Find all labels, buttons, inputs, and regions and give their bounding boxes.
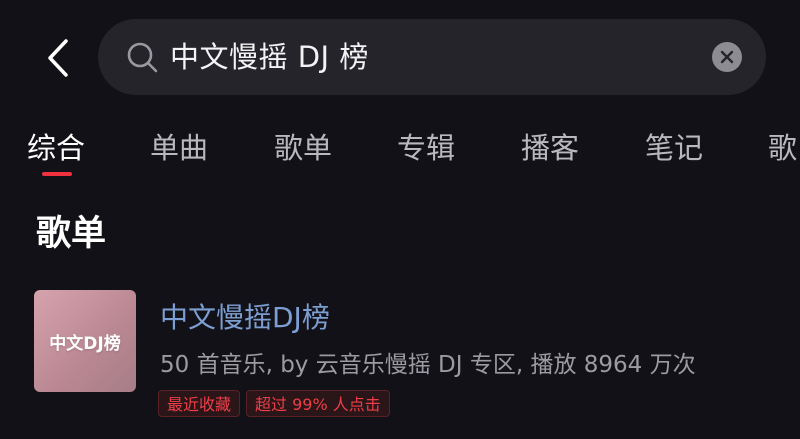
close-icon bbox=[720, 50, 734, 64]
clear-search-button[interactable] bbox=[712, 42, 742, 72]
click-rate-badge: 超过 99% 人点击 bbox=[246, 390, 390, 417]
playlist-item[interactable]: 中文DJ榜 中文慢摇DJ榜 50 首音乐, by 云音乐慢摇 DJ 专区, 播放… bbox=[34, 288, 774, 420]
section-title: 歌单 bbox=[36, 214, 107, 254]
active-tab-indicator bbox=[42, 172, 72, 176]
playlist-meta: 50 首音乐, by 云音乐慢摇 DJ 专区, 播放 8964 万次 bbox=[160, 352, 696, 378]
chevron-left-icon bbox=[48, 39, 68, 77]
search-bar[interactable]: 中文慢摇 DJ 榜 bbox=[98, 19, 766, 95]
result-tabs: 综合 单曲 歌单 专辑 播客 笔记 歌 bbox=[0, 120, 800, 180]
tab-podcasts[interactable]: 播客 bbox=[521, 120, 579, 176]
search-results-screen: 中文慢摇 DJ 榜 综合 单曲 歌单 专辑 播客 笔记 歌 歌单 中文DJ榜 中… bbox=[0, 0, 800, 439]
search-icon bbox=[127, 42, 158, 73]
playlist-title: 中文慢摇DJ榜 bbox=[160, 301, 330, 334]
tab-albums[interactable]: 专辑 bbox=[397, 120, 455, 176]
playlist-cover: 中文DJ榜 bbox=[34, 290, 136, 392]
playlist-badges: 最近收藏 超过 99% 人点击 bbox=[158, 390, 390, 417]
recent-collected-badge: 最近收藏 bbox=[158, 390, 241, 417]
tab-notes[interactable]: 笔记 bbox=[645, 120, 703, 176]
tab-songs[interactable]: 单曲 bbox=[150, 120, 208, 176]
back-button[interactable] bbox=[36, 32, 80, 84]
tab-playlists[interactable]: 歌单 bbox=[274, 120, 332, 176]
cover-text: 中文DJ榜 bbox=[49, 333, 121, 354]
tab-more[interactable]: 歌 bbox=[768, 120, 797, 176]
search-input[interactable]: 中文慢摇 DJ 榜 bbox=[170, 19, 369, 95]
tab-overall[interactable]: 综合 bbox=[27, 120, 85, 176]
